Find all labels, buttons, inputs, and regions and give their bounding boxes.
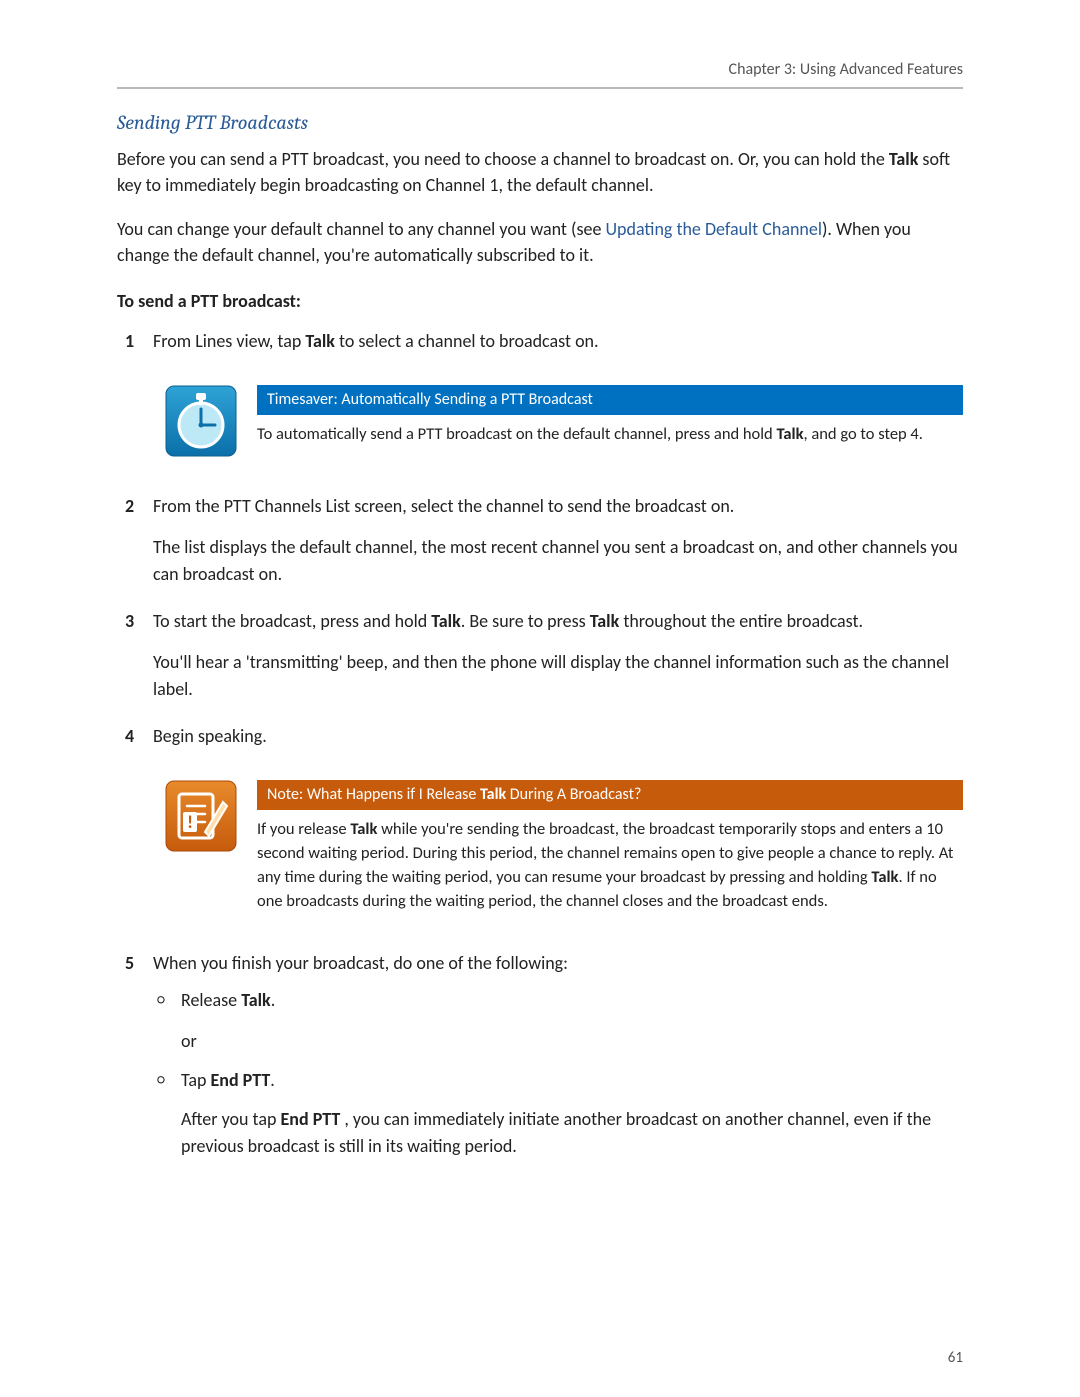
callout-text: If you release Talk while you're sending… <box>257 818 963 914</box>
end-ptt-label: End PTT <box>211 1069 271 1091</box>
svg-text:!: ! <box>187 811 193 833</box>
talk-label: Talk <box>305 330 335 352</box>
xref-updating-default-channel[interactable]: Updating the Default Channel <box>606 218 822 240</box>
text: . <box>271 989 276 1011</box>
talk-label: Talk <box>480 785 506 804</box>
text: To start the broadcast, press and hold <box>153 610 431 632</box>
step-1: From Lines view, tap Talk to select a ch… <box>117 328 963 457</box>
running-header: Chapter 3: Using Advanced Features <box>117 60 963 79</box>
text: . Be sure to press <box>461 610 590 632</box>
callout-body: Timesaver: Automatically Sending a PTT B… <box>257 385 963 447</box>
option-end-ptt: Tap End PTT. <box>153 1067 963 1094</box>
talk-label: Talk <box>350 819 377 839</box>
page-number: 61 <box>948 1349 963 1367</box>
step-5: When you finish your broadcast, do one o… <box>117 950 963 1160</box>
text: During A Broadcast? <box>506 785 641 804</box>
talk-label: Talk <box>776 424 803 444</box>
talk-label: Talk <box>871 867 898 887</box>
intro-paragraph-1: Before you can send a PTT broadcast, you… <box>117 146 963 198</box>
callout-timesaver: Timesaver: Automatically Sending a PTT B… <box>153 385 963 457</box>
talk-label: Talk <box>889 148 919 170</box>
text: Tap <box>181 1069 211 1091</box>
callout-body: Note: What Happens if I Release Talk Dur… <box>257 780 963 914</box>
step-3: To start the broadcast, press and hold T… <box>117 608 963 703</box>
text: , and go to step 4. <box>804 424 923 444</box>
text: . <box>270 1069 275 1091</box>
step-4: Begin speaking. <box>117 723 963 914</box>
step-5-options: Release Talk. or Tap End PTT. <box>153 987 963 1094</box>
stopwatch-icon <box>161 385 241 457</box>
step-5-aftertext: After you tap End PTT , you can immediat… <box>181 1106 963 1160</box>
talk-label: Talk <box>431 610 461 632</box>
callout-title: Timesaver: Automatically Sending a PTT B… <box>257 385 963 415</box>
text: Release <box>181 989 241 1011</box>
end-ptt-label: End PTT <box>281 1108 341 1130</box>
step-2: From the PTT Channels List screen, selec… <box>117 493 963 588</box>
text: to select a channel to broadcast on. <box>335 330 599 352</box>
header-rule <box>117 87 963 89</box>
text: Note: What Happens if I Release <box>267 785 480 804</box>
page: Chapter 3: Using Advanced Features Sendi… <box>0 0 1080 1397</box>
text: To automatically send a PTT broadcast on… <box>257 424 776 444</box>
text: When you finish your broadcast, do one o… <box>153 952 568 974</box>
or-label: or <box>181 1028 963 1055</box>
talk-label: Talk <box>241 989 271 1011</box>
step-2-detail: The list displays the default channel, t… <box>153 534 963 588</box>
callout-title: Note: What Happens if I Release Talk Dur… <box>257 780 963 810</box>
option-release-talk: Release Talk. or <box>153 987 963 1055</box>
note-icon: ! <box>161 780 241 852</box>
procedure-intro: To send a PTT broadcast: <box>117 290 963 312</box>
step-list: From Lines view, tap Talk to select a ch… <box>117 328 963 1160</box>
text: Before you can send a PTT broadcast, you… <box>117 148 889 170</box>
talk-label: Talk <box>590 610 620 632</box>
callout-note: ! Note: What Happens if I Release Talk D… <box>153 780 963 914</box>
text: Begin speaking. <box>153 725 267 747</box>
text: From Lines view, tap <box>153 330 305 352</box>
text: After you tap <box>181 1108 281 1130</box>
callout-text: To automatically send a PTT broadcast on… <box>257 423 963 447</box>
text: throughout the entire broadcast. <box>619 610 863 632</box>
text: From the PTT Channels List screen, selec… <box>153 495 734 517</box>
section-heading: Sending PTT Broadcasts <box>117 111 963 134</box>
text: You can change your default channel to a… <box>117 218 606 240</box>
text: If you release <box>257 819 350 839</box>
step-3-detail: You'll hear a 'transmitting' beep, and t… <box>153 649 963 703</box>
intro-paragraph-2: You can change your default channel to a… <box>117 216 963 268</box>
